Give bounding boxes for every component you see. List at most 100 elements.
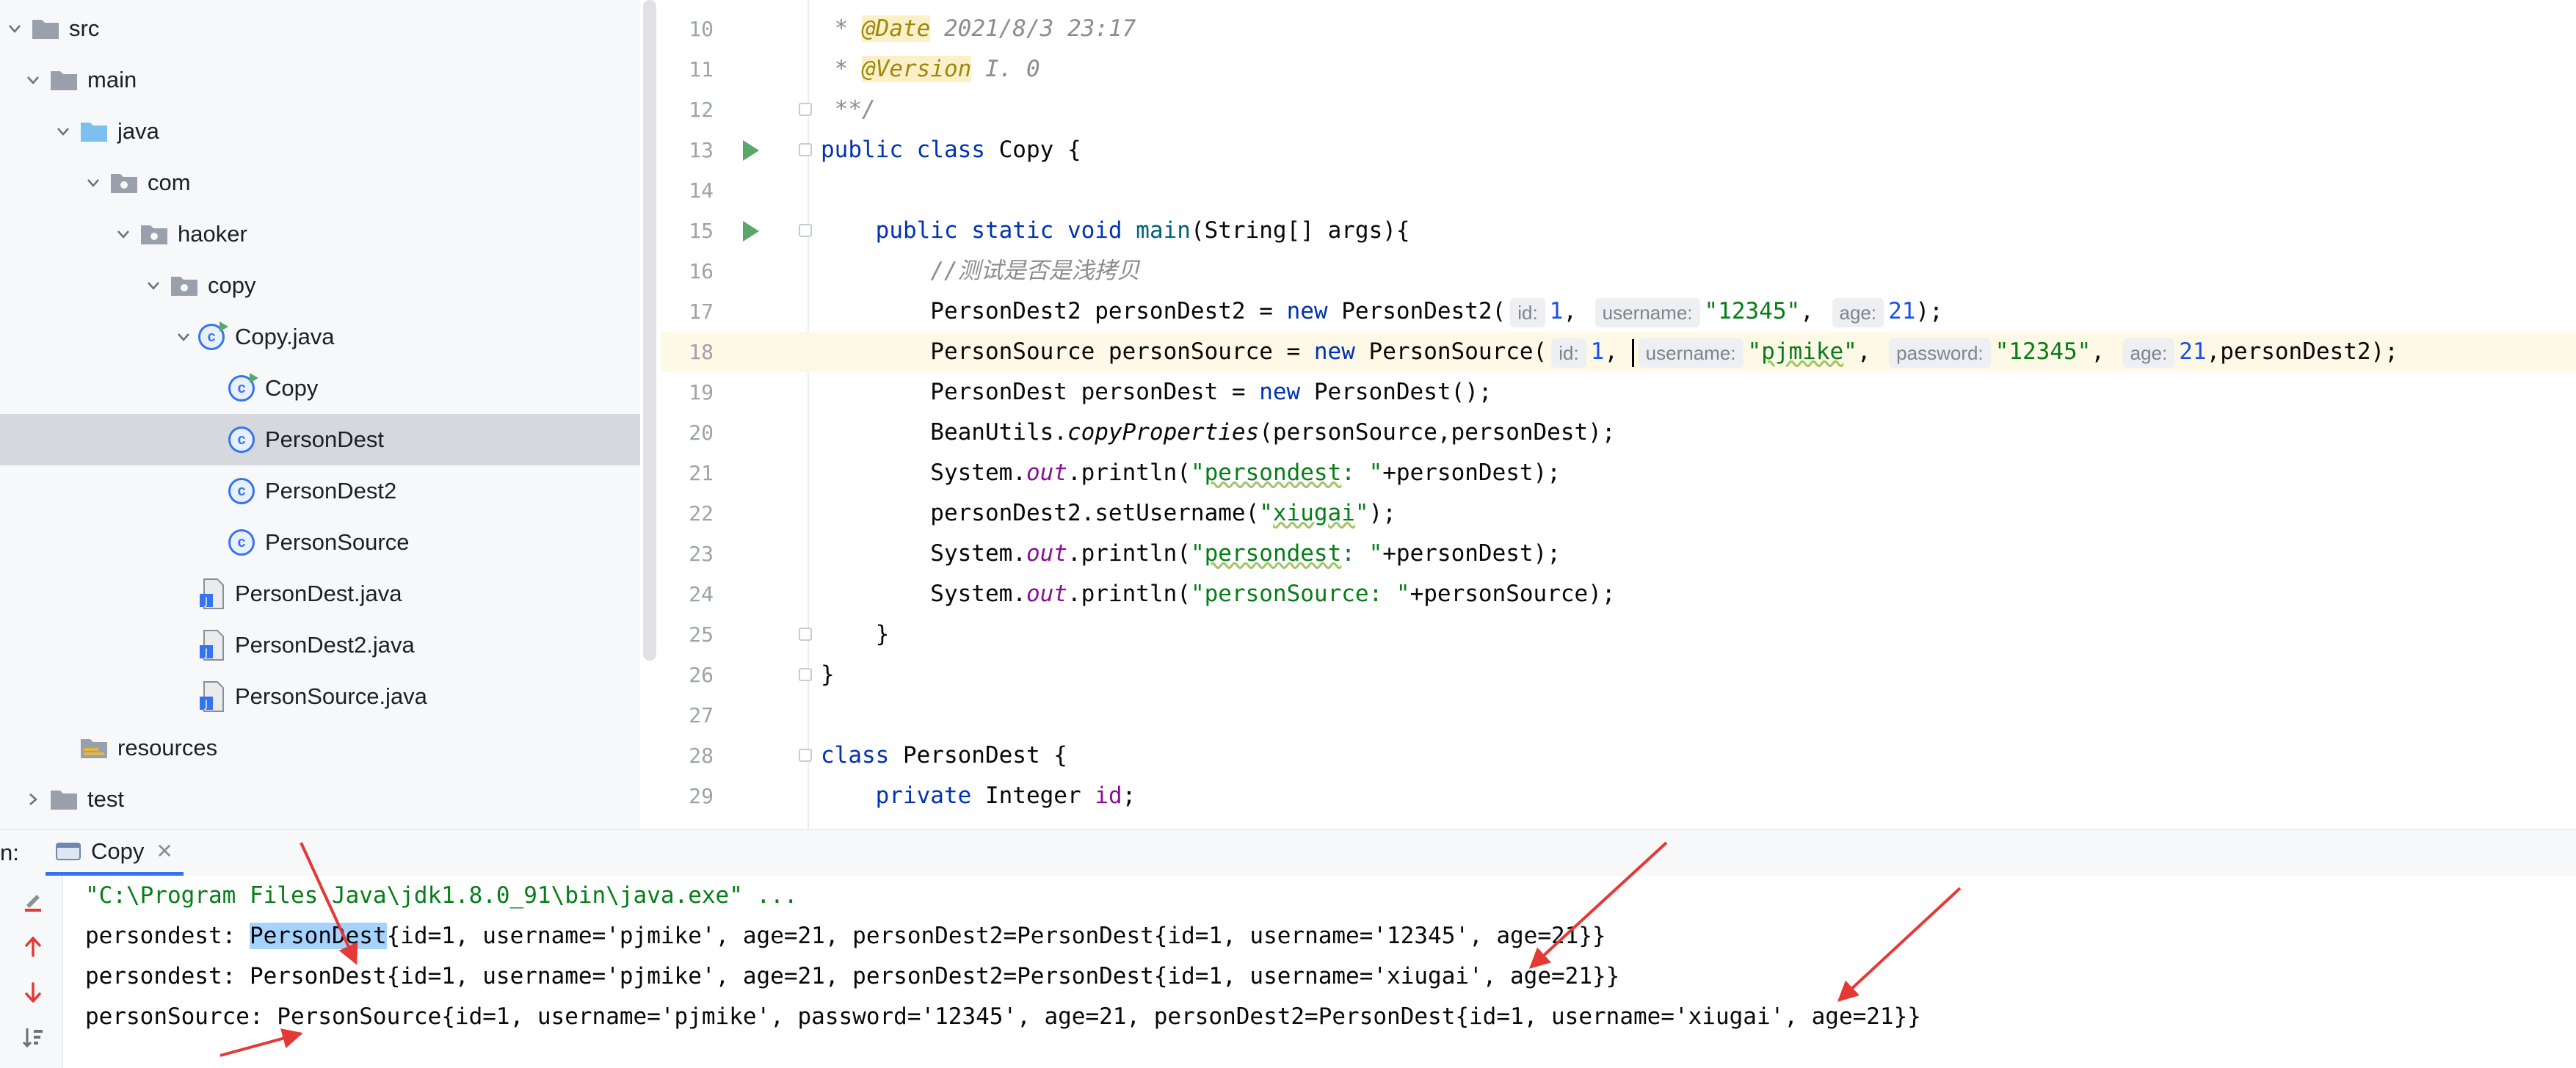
chevron-down-icon[interactable] — [18, 65, 48, 95]
tree-item-persondest-java[interactable]: J PersonDest.java — [0, 568, 640, 620]
sort-icon[interactable] — [21, 1025, 46, 1050]
tree-item-label: PersonDest2 — [265, 478, 397, 504]
code-text: PersonDest personDest = new PersonDest()… — [821, 379, 1492, 405]
tree-item-label: Copy — [265, 375, 319, 401]
code-line-10[interactable]: 10 * @Date 2021/8/3 23:17 — [661, 9, 2576, 49]
chevron-down-icon[interactable] — [79, 168, 108, 197]
tree-item-com[interactable]: com — [0, 157, 640, 208]
tree-item-copy[interactable]: c Copy — [0, 363, 640, 414]
line-number: 23 — [689, 542, 714, 566]
code-line-29[interactable]: 29 private Integer id; — [661, 776, 2576, 816]
code-line-18[interactable]: 18 PersonSource personSource = new Perso… — [661, 332, 2576, 372]
tree-item-persondest2-java[interactable]: J PersonDest2.java — [0, 620, 640, 671]
tree-item-label: PersonDest2.java — [235, 632, 415, 658]
run-window-label: n: — [0, 840, 19, 865]
folder-icon — [29, 12, 62, 45]
runnable-class-icon: c — [198, 322, 228, 350]
code-text: PersonDest2 personDest2 = new PersonDest… — [821, 291, 1943, 332]
resources-folder-icon — [78, 732, 110, 764]
package-icon — [168, 269, 200, 302]
console-line: "C:\Program Files\Java\jdk1.8.0_91\bin\j… — [85, 882, 798, 909]
class-icon: c — [228, 478, 255, 504]
chevron-down-icon[interactable] — [109, 219, 138, 249]
fold-marker[interactable] — [799, 103, 812, 116]
chevron-down-icon[interactable] — [0, 14, 29, 43]
tree-item-persondest[interactable]: c PersonDest — [0, 414, 640, 465]
run-gutter-icon[interactable] — [743, 221, 759, 241]
tree-item-label: haoker — [178, 221, 247, 247]
code-line-28[interactable]: 28 class PersonDest { — [661, 735, 2576, 776]
code-line-12[interactable]: 12 **/ — [661, 90, 2576, 130]
tree-item-personsource[interactable]: c PersonSource — [0, 517, 640, 568]
code-line-13[interactable]: 13 public class Copy { — [661, 130, 2576, 170]
tree-item-copy[interactable]: copy — [0, 260, 640, 311]
run-tab-copy[interactable]: Copy ✕ — [46, 830, 184, 876]
tree-item-haoker[interactable]: haoker — [0, 208, 640, 260]
chevron-down-icon[interactable] — [139, 271, 168, 300]
tree-scrollbar[interactable] — [643, 0, 656, 661]
console-highlight: PersonDest — [249, 923, 387, 949]
code-line-25[interactable]: 25 } — [661, 614, 2576, 655]
close-icon[interactable]: ✕ — [156, 839, 173, 863]
class-icon: c — [228, 529, 255, 556]
tree-item-resources[interactable]: resources — [0, 722, 640, 774]
code-text: public class Copy { — [821, 137, 1081, 163]
code-text: private Integer id; — [875, 782, 1136, 809]
code-line-16[interactable]: 16 //测试是否是浅拷贝 — [661, 251, 2576, 291]
code-line-15[interactable]: 15 public static void main(String[] args… — [661, 211, 2576, 251]
clear-console-icon[interactable] — [21, 889, 46, 914]
fold-marker[interactable] — [799, 224, 812, 237]
svg-text:J: J — [204, 596, 208, 608]
chevron-down-icon[interactable] — [48, 117, 78, 146]
tree-item-test[interactable]: test — [0, 774, 640, 825]
code-line-26[interactable]: 26 } — [661, 655, 2576, 695]
chevron-right-icon[interactable] — [18, 785, 48, 814]
code-line-23[interactable]: 23 System.out.println("persondest: "+per… — [661, 534, 2576, 574]
console-line-rest: {id=1, username='pjmike', age=21, person… — [386, 923, 1606, 949]
code-line-17[interactable]: 17 PersonDest2 personDest2 = new PersonD… — [661, 291, 2576, 332]
arrow-up-icon[interactable] — [21, 934, 46, 959]
line-number: 25 — [689, 622, 714, 647]
line-number: 10 — [689, 17, 714, 41]
tree-item-copy-java[interactable]: c Copy.java — [0, 311, 640, 363]
fold-marker[interactable] — [799, 749, 812, 762]
tree-item-label: java — [117, 118, 159, 144]
tree-item-src[interactable]: src — [0, 3, 640, 54]
line-number: 11 — [689, 57, 714, 81]
code-line-21[interactable]: 21 System.out.println("persondest: "+per… — [661, 453, 2576, 493]
tree-item-java[interactable]: java — [0, 106, 640, 157]
fold-marker[interactable] — [799, 143, 812, 156]
tree-item-main[interactable]: main — [0, 54, 640, 106]
code-line-24[interactable]: 24 System.out.println("personSource: "+p… — [661, 574, 2576, 614]
code-line-11[interactable]: 11 * @Version I. 0 — [661, 49, 2576, 90]
code-editor[interactable]: 10 * @Date 2021/8/3 23:17 11 * @Version … — [661, 0, 2576, 829]
console-line: persondest: PersonDest{id=1, username='p… — [85, 916, 1606, 956]
code-text: System.out.println("personSource: "+pers… — [821, 581, 1616, 607]
tree-item-label: PersonSource — [265, 529, 410, 555]
fold-marker[interactable] — [799, 628, 812, 641]
chevron-down-icon[interactable] — [169, 322, 198, 352]
tree-item-label: test — [87, 786, 124, 812]
java-file-icon: J — [198, 680, 228, 713]
code-text: * @Version I. 0 — [834, 56, 1040, 82]
line-number: 16 — [689, 259, 714, 283]
tree-item-label: Copy.java — [235, 324, 335, 349]
fold-marker[interactable] — [799, 668, 812, 681]
project-tree: src main java com haoker copy c Copy.java c Copy c… — [0, 0, 640, 829]
tree-item-persondest2[interactable]: c PersonDest2 — [0, 465, 640, 517]
arrow-down-icon[interactable] — [21, 980, 46, 1005]
code-line-20[interactable]: 20 BeanUtils.copyProperties(personSource… — [661, 413, 2576, 453]
run-gutter-icon[interactable] — [743, 140, 759, 161]
code-line-19[interactable]: 19 PersonDest personDest = new PersonDes… — [661, 372, 2576, 413]
code-line-27[interactable]: 27 — [661, 695, 2576, 735]
tree-item-personsource-java[interactable]: J PersonSource.java — [0, 671, 640, 722]
run-console[interactable]: "C:\Program Files\Java\jdk1.8.0_91\bin\j… — [63, 876, 2576, 1068]
code-line-14[interactable]: 14 — [661, 170, 2576, 211]
code-text: } — [821, 621, 890, 647]
code-line-22[interactable]: 22 personDest2.setUsername("xiugai"); — [661, 493, 2576, 534]
package-icon — [138, 218, 170, 250]
